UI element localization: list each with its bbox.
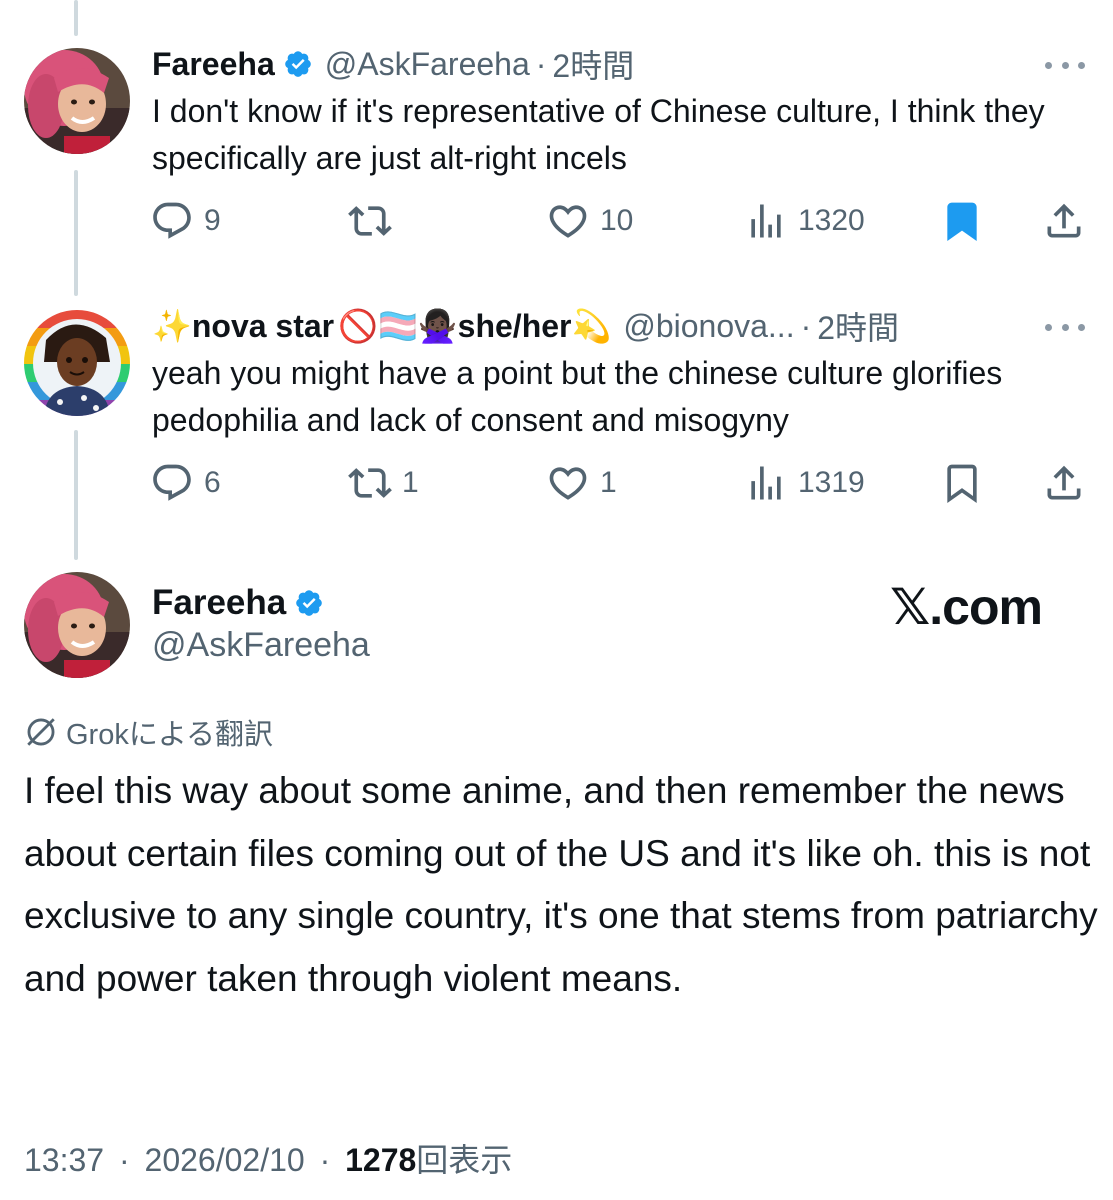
name-emojis: 🚫🏳️‍⚧️🙅🏿‍♀️ (338, 308, 458, 344)
separator: · (319, 1142, 331, 1178)
thread-line-top (74, 0, 78, 36)
thread-line-mid (74, 170, 78, 296)
tweet-header: ✨ nova star 🚫🏳️‍⚧️🙅🏿‍♀️ she/her 💫 @biono… (152, 304, 899, 348)
avatar-fareeha[interactable] (24, 48, 130, 154)
separator: · (800, 307, 812, 344)
more-icon[interactable] (1045, 50, 1085, 80)
separator: · (118, 1142, 130, 1178)
author-handle[interactable]: @AskFareeha (325, 46, 530, 83)
bookmark-icon (947, 202, 977, 242)
separator: · (535, 45, 547, 82)
share-button[interactable] (1042, 460, 1086, 506)
share-icon (1047, 203, 1081, 238)
share-icon (1047, 465, 1081, 500)
author-name[interactable]: Fareeha (152, 583, 286, 623)
focal-tweet-text: I feel this way about some anime, and th… (24, 770, 1098, 999)
views-button[interactable]: 1320 (744, 198, 865, 244)
author-handle[interactable]: @bionova... (623, 308, 794, 345)
like-button[interactable]: 10 (546, 198, 633, 244)
tweet-text: I don't know if it's representative of C… (152, 93, 1045, 176)
author-pronouns[interactable]: she/her (458, 308, 572, 345)
reply-button[interactable]: 9 (150, 198, 221, 244)
views-count: 1278 (345, 1142, 417, 1178)
retweet-button[interactable]: 1 (348, 460, 419, 506)
like-count: 10 (600, 204, 634, 237)
views-icon (751, 466, 781, 500)
reply-button[interactable]: 6 (150, 460, 221, 506)
retweet-icon (348, 206, 392, 236)
share-button[interactable] (1042, 198, 1086, 244)
reply-icon (153, 464, 191, 501)
views-count: 1319 (798, 466, 865, 499)
retweet-icon (348, 468, 392, 498)
views-label[interactable]: 回表示 (416, 1142, 512, 1178)
tweet-time[interactable]: 2時間 (552, 41, 634, 87)
views-icon (751, 204, 781, 238)
tweet-actions: 6 1 1 1319 (150, 460, 1090, 506)
tweet-time[interactable]: 13:37 (24, 1142, 104, 1178)
author-handle[interactable]: @AskFareeha (152, 626, 370, 665)
retweet-button[interactable] (348, 198, 402, 244)
views-count: 1320 (798, 204, 865, 237)
bookmark-icon (947, 464, 977, 504)
dizzy-emoji: 💫 (571, 308, 612, 344)
author-name[interactable]: Fareeha (152, 46, 275, 83)
thread-line-bottom (74, 430, 78, 560)
tweet-date[interactable]: 2026/02/10 (145, 1142, 305, 1178)
tweet-actions: 9 10 1320 (150, 198, 1090, 244)
avatar-nova-star[interactable] (24, 310, 130, 416)
tweet-meta: 13:37 · 2026/02/10 · 1278回表示 (24, 1135, 512, 1181)
translation-label-text: Grokによる翻訳 (66, 719, 273, 751)
reply-icon (153, 202, 191, 239)
translation-label[interactable]: Grokによる翻訳 (24, 712, 273, 752)
verified-badge-icon (294, 588, 324, 618)
retweet-count: 1 (402, 466, 419, 499)
like-count: 1 (600, 466, 617, 499)
focal-author-row: Fareeha (152, 580, 336, 626)
views-button[interactable]: 1319 (744, 460, 865, 506)
reply-count: 9 (204, 204, 221, 237)
like-icon (549, 205, 587, 238)
sparkles-emoji: ✨ (152, 308, 192, 344)
like-icon (549, 467, 587, 500)
reply-count: 6 (204, 466, 221, 499)
tweet-text: yeah you might have a point but the chin… (152, 355, 1003, 438)
grok-icon (27, 718, 55, 746)
avatar-fareeha[interactable] (24, 572, 130, 678)
tweet-time[interactable]: 2時間 (817, 303, 899, 349)
author-name[interactable]: nova star (192, 308, 334, 345)
tweet-header: Fareeha @AskFareeha · 2時間 (152, 42, 634, 86)
verified-badge-icon (283, 49, 313, 79)
bookmark-button[interactable] (940, 198, 984, 244)
more-icon[interactable] (1045, 312, 1085, 342)
x-watermark: 𝕏.com (890, 579, 1043, 635)
like-button[interactable]: 1 (546, 460, 617, 506)
bookmark-button[interactable] (940, 460, 984, 506)
